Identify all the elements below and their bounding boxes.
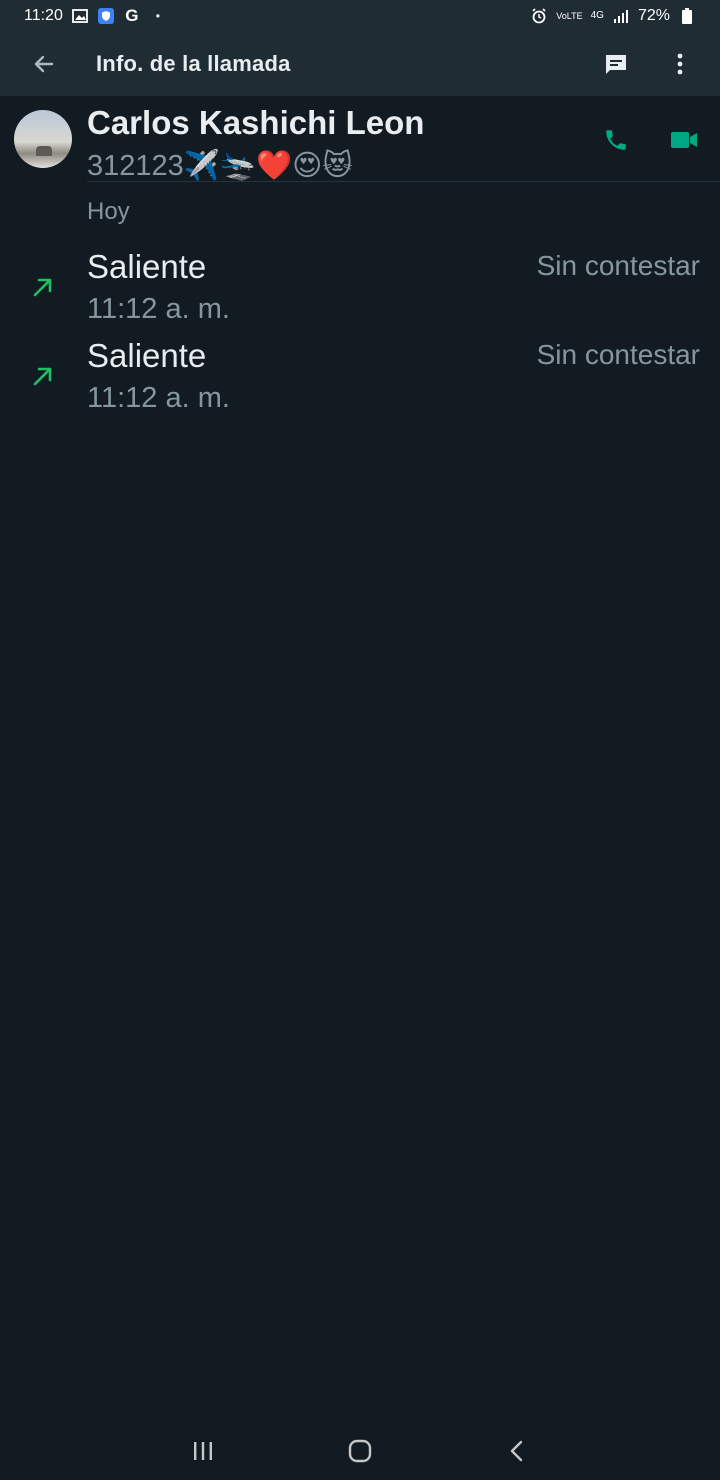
message-icon	[606, 55, 626, 74]
recent-apps-icon	[194, 1442, 213, 1460]
more-options-button[interactable]	[658, 42, 702, 86]
status-time: 11:20	[24, 7, 63, 24]
signal-icon	[612, 7, 630, 25]
recent-apps-button[interactable]	[173, 1422, 233, 1480]
alarm-icon	[530, 7, 548, 25]
outgoing-call-arrow-icon	[33, 278, 52, 297]
back-button[interactable]	[18, 38, 70, 90]
dot-icon: •	[155, 9, 160, 23]
shield-icon	[97, 7, 115, 25]
call-time: 11:12 a. m.	[87, 293, 230, 325]
status-bar: 11:20 G • VoLTE 4G 72%	[0, 0, 720, 32]
call-status: Sin contestar	[536, 339, 700, 370]
more-vert-icon	[677, 53, 683, 75]
home-icon	[348, 1439, 372, 1463]
call-type: Saliente	[87, 248, 207, 285]
volte-icon: VoLTE	[556, 11, 583, 21]
video-call-button[interactable]	[662, 118, 706, 162]
4g-icon: 4G	[590, 10, 604, 21]
avatar[interactable]	[14, 110, 72, 168]
battery-icon	[678, 7, 696, 25]
gallery-icon	[71, 7, 89, 25]
video-call-icon	[671, 132, 697, 148]
battery-percent: 72%	[637, 7, 670, 24]
voice-call-icon	[606, 130, 626, 150]
app-bar: Info. de la llamada	[0, 32, 720, 96]
voice-call-button[interactable]	[594, 118, 638, 162]
divider	[87, 181, 720, 182]
google-icon: G	[125, 6, 139, 25]
avatar-photo	[36, 146, 52, 156]
system-nav-bar	[0, 1422, 720, 1480]
arrow-back-icon	[34, 55, 54, 73]
outgoing-call-arrow-icon	[33, 367, 52, 386]
call-log-entry[interactable]: Saliente 11:12 a. m. Sin contestar	[0, 329, 720, 417]
contact-name[interactable]: Carlos Kashichi Leon	[87, 104, 424, 142]
call-log-entry[interactable]: Saliente 11:12 a. m. Sin contestar	[0, 240, 720, 328]
call-type: Saliente	[87, 337, 207, 374]
call-time: 11:12 a. m.	[87, 382, 230, 414]
page-title: Info. de la llamada	[96, 51, 291, 76]
contact-number: 312123✈️🛬❤️😍😻	[87, 150, 353, 182]
date-label: Hoy	[87, 198, 130, 225]
message-button[interactable]	[594, 42, 638, 86]
system-back-button[interactable]	[487, 1422, 547, 1480]
call-status: Sin contestar	[536, 250, 700, 281]
back-icon	[510, 1440, 522, 1462]
home-button[interactable]	[330, 1422, 390, 1480]
